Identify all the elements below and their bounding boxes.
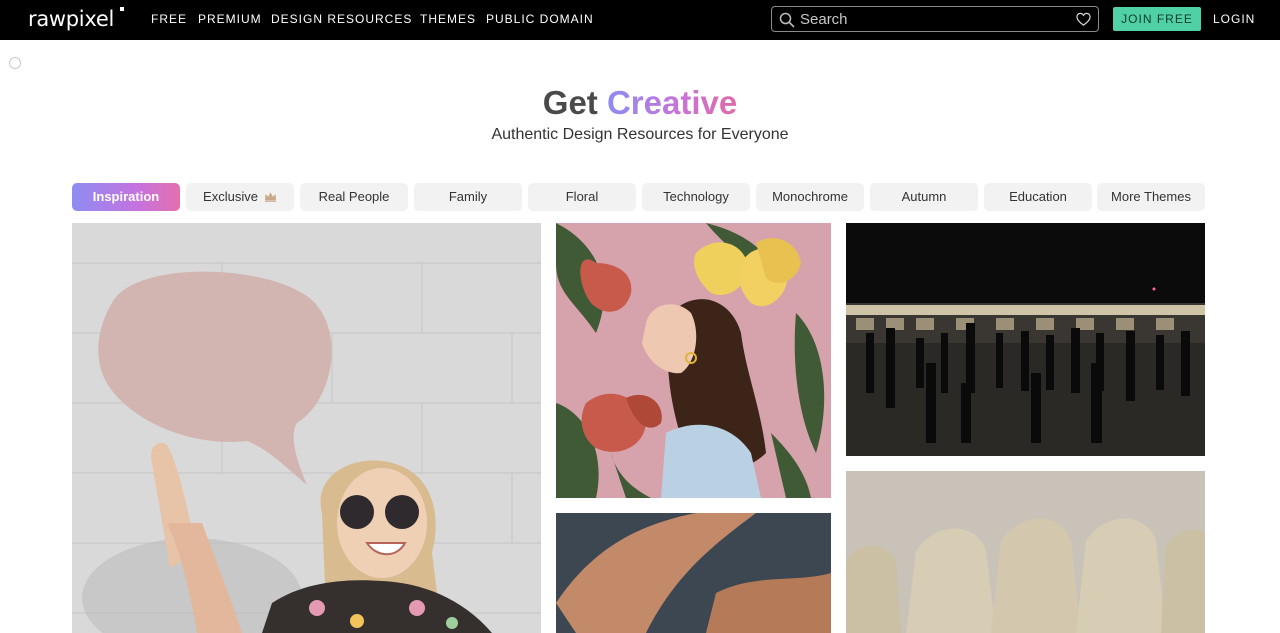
rawpixel-logo[interactable]: rawpixel <box>28 6 114 32</box>
theme-chip-education[interactable]: Education <box>984 183 1092 211</box>
search-input[interactable] <box>800 9 1068 29</box>
image-tile-tulip-illustration[interactable] <box>556 223 831 498</box>
join-free-button[interactable]: JOIN FREE <box>1113 7 1201 31</box>
tulip-illustration <box>556 223 831 498</box>
nav-link-public-domain[interactable]: PUBLIC DOMAIN <box>486 12 594 26</box>
logo-mark-dot <box>120 7 124 11</box>
hands-photo <box>556 513 831 633</box>
crown-icon <box>264 184 277 202</box>
image-tile-chairs[interactable] <box>846 471 1205 633</box>
theme-chip-family[interactable]: Family <box>414 183 522 211</box>
subway-photo <box>846 223 1205 456</box>
nav-link-themes[interactable]: THEMES <box>420 12 476 26</box>
search-bar[interactable] <box>771 6 1099 32</box>
hero-title: Get Creative <box>0 84 1280 122</box>
theme-chip-exclusive[interactable]: Exclusive <box>186 183 294 211</box>
theme-chip-floral[interactable]: Floral <box>528 183 636 211</box>
hero-title-plain: Get <box>542 84 598 121</box>
theme-chip-autumn[interactable]: Autumn <box>870 183 978 211</box>
theme-chip-monochrome[interactable]: Monochrome <box>756 183 864 211</box>
theme-chip-real-people[interactable]: Real People <box>300 183 408 211</box>
nav-link-design-resources[interactable]: DESIGN RESOURCES <box>271 12 412 26</box>
search-icon <box>779 12 795 28</box>
image-tile-subway[interactable] <box>846 223 1205 456</box>
theme-chip-inspiration[interactable]: Inspiration <box>72 183 180 211</box>
hero-title-highlight: Creative <box>606 84 738 121</box>
login-link[interactable]: LOGIN <box>1213 12 1255 26</box>
theme-chip-exclusive-label: Exclusive <box>203 189 258 204</box>
chairs-photo <box>846 471 1205 633</box>
radio-indicator[interactable] <box>9 57 21 69</box>
theme-chip-technology[interactable]: Technology <box>642 183 750 211</box>
heart-icon[interactable] <box>1076 12 1091 27</box>
nav-link-premium[interactable]: PREMIUM <box>198 12 262 26</box>
top-navigation-bar: rawpixel FREE PREMIUM DESIGN RESOURCES T… <box>0 0 1280 40</box>
nav-link-free[interactable]: FREE <box>151 12 187 26</box>
speech-bubble-photo <box>72 223 541 633</box>
image-tile-speech-bubble[interactable] <box>72 223 541 633</box>
hero-subtitle: Authentic Design Resources for Everyone <box>491 126 789 143</box>
image-tile-hands[interactable] <box>556 513 831 633</box>
theme-chip-more-themes[interactable]: More Themes <box>1097 183 1205 211</box>
